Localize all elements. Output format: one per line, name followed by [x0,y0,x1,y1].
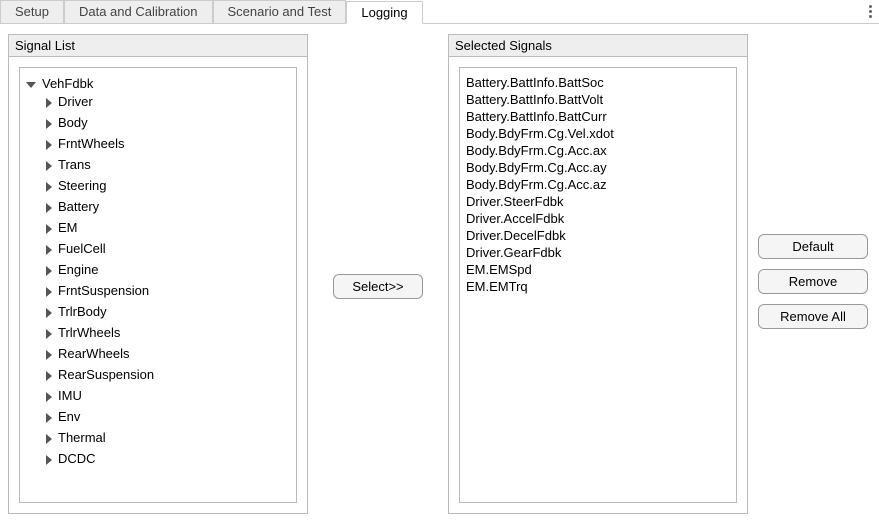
selected-signal-item[interactable]: Battery.BattInfo.BattSoc [466,74,730,91]
tree-node[interactable]: RearSuspension [46,364,290,385]
caret-right-icon [46,434,52,444]
selected-signal-item[interactable]: Driver.GearFdbk [466,244,730,261]
tree-node[interactable]: Steering [46,175,290,196]
tab-setup[interactable]: Setup [0,0,64,23]
tree-node[interactable]: Battery [46,196,290,217]
tree-node-label: Env [58,409,80,424]
caret-right-icon [46,119,52,129]
tree-node-label: Body [58,115,88,130]
selected-signal-item[interactable]: Driver.DecelFdbk [466,227,730,244]
caret-right-icon [46,413,52,423]
tree-node[interactable]: Env [46,406,290,427]
selected-signal-item[interactable]: Body.BdyFrm.Cg.Acc.ax [466,142,730,159]
signal-list-panel: Signal List VehFdbk Driver Body FrntWheels… [8,34,308,514]
tab-scenario-test[interactable]: Scenario and Test [213,0,347,23]
tree-node-label: RearSuspension [58,367,154,382]
tree-root-node[interactable]: VehFdbk Driver Body FrntWheels Trans Steerin… [26,74,290,471]
tree-node[interactable]: RearWheels [46,343,290,364]
selected-signal-item[interactable]: Battery.BattInfo.BattCurr [466,108,730,125]
default-button[interactable]: Default [758,234,868,259]
caret-right-icon [46,266,52,276]
caret-right-icon [46,182,52,192]
caret-down-icon [26,82,36,88]
signal-list-box: VehFdbk Driver Body FrntWheels Trans Steerin… [19,67,297,503]
tree-node[interactable]: FuelCell [46,238,290,259]
tree-node[interactable]: Engine [46,259,290,280]
caret-right-icon [46,350,52,360]
selected-signal-item[interactable]: Body.BdyFrm.Cg.Acc.ay [466,159,730,176]
tree-node[interactable]: FrntSuspension [46,280,290,301]
tree-node-label: TrlrBody [58,304,107,319]
caret-right-icon [46,371,52,381]
select-button[interactable]: Select>> [333,274,423,299]
tree-node[interactable]: FrntWheels [46,133,290,154]
caret-right-icon [46,140,52,150]
selected-signals-box: Battery.BattInfo.BattSocBattery.BattInfo… [459,67,737,503]
tree-node-label: Engine [58,262,98,277]
caret-right-icon [46,329,52,339]
tree-node-label: TrlrWheels [58,325,120,340]
caret-right-icon [46,392,52,402]
caret-right-icon [46,161,52,171]
tab-logging[interactable]: Logging [346,1,422,24]
selected-signal-item[interactable]: Driver.SteerFdbk [466,193,730,210]
selected-signal-item[interactable]: Driver.AccelFdbk [466,210,730,227]
selected-signals-title: Selected Signals [449,35,747,57]
tree-node-label: FrntWheels [58,136,124,151]
tab-bar: Setup Data and Calibration Scenario and … [0,0,879,24]
tree-node-label: FuelCell [58,241,106,256]
tree-node[interactable]: Thermal [46,427,290,448]
caret-right-icon [46,224,52,234]
tree-node[interactable]: TrlrBody [46,301,290,322]
tree-node-label: Thermal [58,430,106,445]
tree-node-label: Battery [58,199,99,214]
tree-node-label: Steering [58,178,106,193]
tree-node-label: FrntSuspension [58,283,149,298]
selected-signal-item[interactable]: Body.BdyFrm.Cg.Vel.xdot [466,125,730,142]
remove-button[interactable]: Remove [758,269,868,294]
tree-node[interactable]: DCDC [46,448,290,469]
selected-signal-item[interactable]: EM.EMSpd [466,261,730,278]
selected-signal-item[interactable]: Battery.BattInfo.BattVolt [466,91,730,108]
tree-node[interactable]: Body [46,112,290,133]
selected-signals-panel: Selected Signals Battery.BattInfo.BattSo… [448,34,748,514]
tree-node[interactable]: EM [46,217,290,238]
tree-node-label: Trans [58,157,91,172]
caret-right-icon [46,203,52,213]
caret-right-icon [46,287,52,297]
tree-node-label: RearWheels [58,346,130,361]
tree-node[interactable]: Driver [46,91,290,112]
caret-right-icon [46,455,52,465]
tree-node[interactable]: IMU [46,385,290,406]
more-menu-icon[interactable] [861,0,879,23]
remove-all-button[interactable]: Remove All [758,304,868,329]
tree-root-label: VehFdbk [42,76,93,91]
tree-node-label: EM [58,220,78,235]
selected-signal-item[interactable]: EM.EMTrq [466,278,730,295]
tree-node[interactable]: TrlrWheels [46,322,290,343]
tree-node-label: Driver [58,94,93,109]
tree-node-label: DCDC [58,451,96,466]
signal-list-title: Signal List [9,35,307,57]
caret-right-icon [46,308,52,318]
caret-right-icon [46,245,52,255]
tree-node-label: IMU [58,388,82,403]
tree-node[interactable]: Trans [46,154,290,175]
selected-signal-item[interactable]: Body.BdyFrm.Cg.Acc.az [466,176,730,193]
tab-data-calibration[interactable]: Data and Calibration [64,0,213,23]
caret-right-icon [46,98,52,108]
